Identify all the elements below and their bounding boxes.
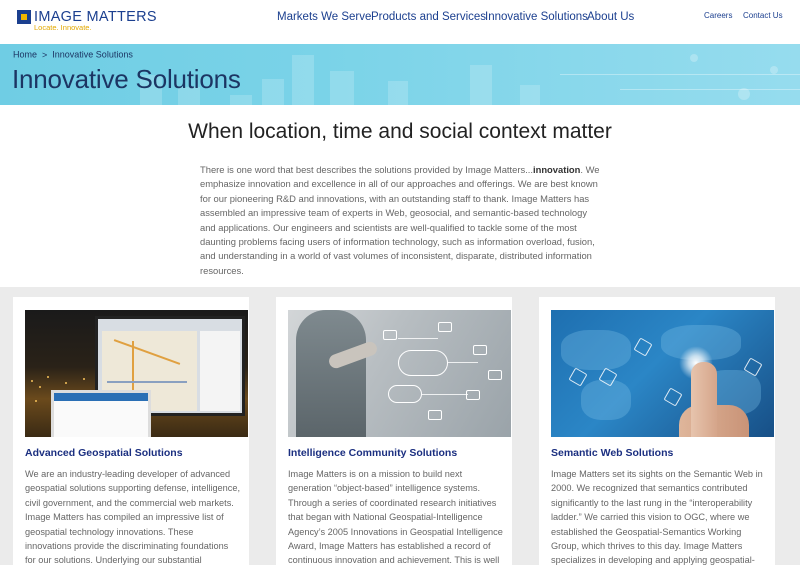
contact-us-link[interactable]: Contact Us (743, 11, 783, 20)
banner-decor-bar (230, 95, 252, 105)
hexagon-icon (568, 367, 588, 387)
breadcrumb-current: Innovative Solutions (52, 49, 133, 60)
hexagon-icon (663, 387, 683, 407)
city-light (83, 378, 85, 380)
site-header: IMAGE MATTERS Locate. Innovate. Markets … (0, 0, 800, 44)
semantic-web-map-image (551, 310, 774, 437)
intro-heading: When location, time and social context m… (188, 120, 612, 143)
banner-decor-dot (738, 88, 750, 100)
screen-icon (428, 410, 442, 420)
cloud-icon (398, 350, 448, 376)
breadcrumb-home[interactable]: Home (13, 50, 37, 60)
banner-decor-line (560, 74, 800, 75)
intelligence-cloud-image (288, 310, 511, 437)
continent-graphic (561, 330, 631, 370)
banner-decor-bar (520, 85, 540, 105)
banner-decor-line (620, 89, 800, 90)
intro-emphasis: innovation (532, 164, 581, 175)
hexagon-icon (633, 337, 653, 357)
connection-line (448, 362, 478, 363)
card-title[interactable]: Intelligence Community Solutions (288, 447, 457, 459)
card-semantic-web[interactable]: Semantic Web Solutions Image Matters set… (539, 297, 775, 565)
map-road (113, 339, 181, 365)
card-geospatial[interactable]: Advanced Geospatial Solutions We are an … (13, 297, 249, 565)
city-light (39, 386, 41, 388)
breadcrumb: Home > Innovative Solutions (13, 49, 133, 60)
nav-about-us[interactable]: About Us (587, 9, 634, 25)
card-intelligence[interactable]: Intelligence Community Solutions Image M… (276, 297, 512, 565)
nav-products-services[interactable]: Products and Services (371, 9, 486, 25)
person-graphic (296, 310, 366, 437)
banner-decor-bar (262, 79, 284, 105)
card-title[interactable]: Advanced Geospatial Solutions (25, 447, 183, 459)
city-light (31, 380, 33, 382)
tablet-graphic (51, 390, 151, 437)
intro-text-start: There is one word that best describes th… (200, 164, 533, 175)
logo-mark-icon (17, 10, 31, 24)
tablet-toolbar (54, 393, 148, 401)
banner-decor-dot (770, 66, 778, 74)
banner-decor-bar (330, 71, 354, 105)
monitor-sidebar (200, 331, 240, 411)
connection-line (398, 338, 438, 339)
city-light (65, 382, 67, 384)
page-banner: Home > Innovative Solutions Innovative Sol… (0, 44, 800, 105)
nav-markets[interactable]: Markets We Serve (277, 9, 371, 25)
banner-decor-bar (388, 81, 408, 105)
geospatial-devices-image (25, 310, 248, 437)
finger-graphic (691, 362, 717, 437)
city-light (47, 376, 49, 378)
card-title[interactable]: Semantic Web Solutions (551, 447, 673, 459)
city-light (35, 400, 37, 402)
screen-icon (438, 322, 452, 332)
screen-icon (488, 370, 502, 380)
cloud-icon (388, 385, 422, 403)
intro-paragraph: There is one word that best describes th… (200, 163, 602, 278)
screen-icon (466, 390, 480, 400)
careers-link[interactable]: Careers (704, 11, 732, 20)
intro-text-end: . We emphasize innovation and excellence… (200, 164, 600, 276)
breadcrumb-separator: > (42, 49, 48, 60)
screen-icon (383, 330, 397, 340)
continent-graphic (581, 380, 631, 420)
card-text: We are an industry-leading developer of … (25, 469, 241, 565)
logo[interactable]: IMAGE MATTERS Locate. Innovate. (17, 9, 167, 33)
banner-decor-bar (470, 65, 492, 105)
banner-decor-bar (292, 55, 314, 105)
card-text: Image Matters is on a mission to build n… (288, 469, 503, 565)
connection-line (422, 394, 468, 395)
card-text: Image Matters set its sights on the Sema… (551, 469, 763, 565)
map-road (107, 381, 187, 383)
nav-innovative-solutions[interactable]: Innovative Solutions (485, 9, 588, 25)
logo-tagline: Locate. Innovate. (34, 23, 92, 32)
page-title: Innovative Solutions (12, 64, 241, 94)
banner-decor-dot (690, 54, 698, 62)
screen-icon (473, 345, 487, 355)
